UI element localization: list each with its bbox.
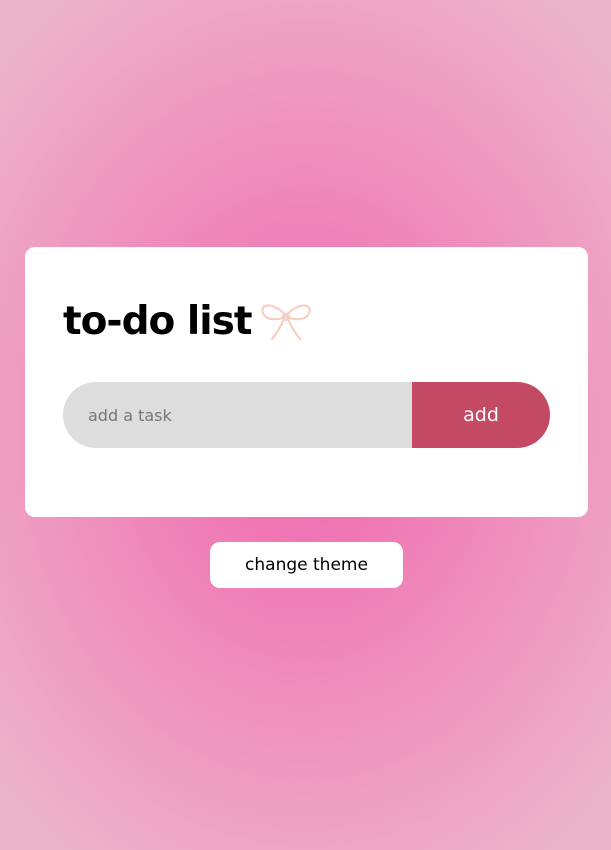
task-input-row: add xyxy=(63,382,550,448)
change-theme-button[interactable]: change theme xyxy=(210,542,403,588)
todo-card: to-do list add xyxy=(25,247,588,517)
ribbon-bow-icon xyxy=(260,302,312,342)
add-task-button[interactable]: add xyxy=(412,382,550,448)
title-row: to-do list xyxy=(63,297,312,347)
page-title: to-do list xyxy=(63,299,253,344)
task-input[interactable] xyxy=(63,382,412,448)
